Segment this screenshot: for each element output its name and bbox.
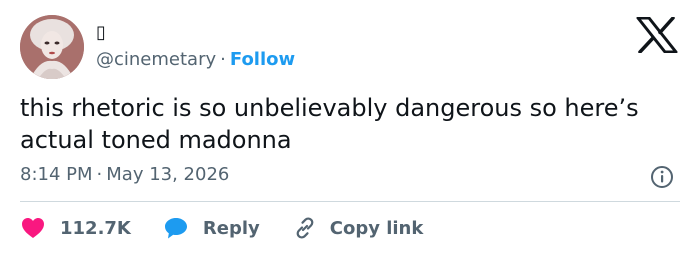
tweet-date: May 13, 2026: [106, 164, 230, 185]
link-icon: [296, 217, 314, 239]
display-name[interactable]: ▯: [96, 20, 106, 46]
copy-link-button[interactable]: Copy link: [292, 215, 424, 241]
avatar-image: [20, 15, 84, 79]
avatar[interactable]: [20, 15, 84, 79]
follow-button[interactable]: Follow: [230, 49, 295, 70]
heart-icon: [22, 218, 44, 238]
tweet-text: this rhetoric is so unbelievably dangero…: [20, 94, 639, 154]
info-icon[interactable]: [650, 165, 674, 189]
like-button[interactable]: 112.7K: [20, 215, 131, 241]
reply-button[interactable]: Reply: [163, 215, 260, 241]
tweet-time: 8:14 PM: [20, 164, 93, 185]
action-bar: 112.7K Reply Copy link: [20, 212, 455, 244]
speech-bubble-icon: [164, 218, 187, 239]
reply-label: Reply: [202, 217, 260, 239]
handle[interactable]: @cinemetary: [96, 49, 216, 70]
tweet-card: ▯ @cinemetary · Follow this rhetoric is so…: [0, 0, 700, 255]
timestamp-separator: ·: [96, 164, 103, 185]
timestamp[interactable]: 8:14 PM · May 13, 2026: [20, 163, 229, 187]
x-logo-icon[interactable]: [636, 17, 678, 53]
divider: [20, 201, 680, 202]
separator: ·: [220, 49, 226, 70]
handle-row: @cinemetary · Follow: [96, 48, 295, 72]
copy-link-label: Copy link: [329, 217, 424, 239]
like-count: 112.7K: [60, 217, 131, 239]
